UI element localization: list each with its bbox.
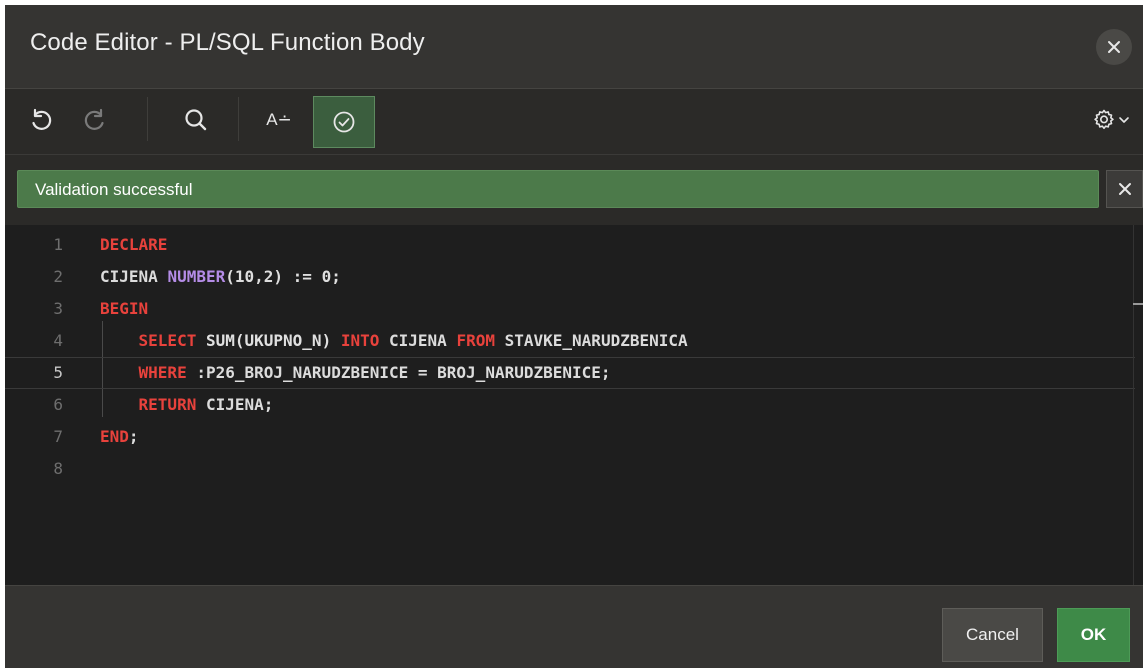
close-icon <box>1108 41 1120 53</box>
code-token: WHERE <box>138 363 197 382</box>
code-token: ; <box>128 427 139 446</box>
dialog-title: Code Editor - PL/SQL Function Body <box>30 29 425 56</box>
settings-menu-button[interactable] <box>1085 95 1137 145</box>
line-number: 2 <box>53 267 63 286</box>
editor-scrollbar[interactable] <box>1133 225 1143 585</box>
code-text: DECLARE <box>100 229 167 261</box>
code-line[interactable]: 8 <box>5 453 1135 485</box>
code-token: NUMBER <box>167 267 226 286</box>
code-token: :P26_BROJ_NARUDZBENICE = BROJ_NARUDZBENI… <box>196 363 611 382</box>
chevron-down-icon <box>1119 117 1129 123</box>
line-number: 4 <box>53 331 63 350</box>
search-icon <box>185 109 207 131</box>
search-button[interactable] <box>172 95 220 145</box>
code-text: CIJENA NUMBER(10,2) := 0; <box>100 261 341 293</box>
editor-toolbar: A∸ <box>5 89 1143 155</box>
gear-icon <box>1094 109 1114 130</box>
code-token: SUM(UKUPNO_N) <box>205 331 341 350</box>
code-text: BEGIN <box>100 293 148 325</box>
code-line[interactable]: 4 SELECT SUM(UKUPNO_N) INTO CIJENA FROM … <box>5 325 1135 357</box>
validation-message: Validation successful <box>35 180 193 199</box>
code-editor-dialog: Code Editor - PL/SQL Function Body A∸ Va… <box>5 5 1143 668</box>
close-icon <box>1118 183 1131 195</box>
code-token: CIJENA <box>389 331 457 350</box>
code-editor[interactable]: 1 DECLARE 2 CIJENA NUMBER(10,2) := 0; 3 BEGIN… <box>5 225 1143 585</box>
autocomplete-label: A∸ <box>266 110 292 129</box>
code-token: (10,2) := 0; <box>225 267 341 286</box>
code-token: CIJENA; <box>205 395 274 414</box>
dialog-footer: Cancel OK <box>5 585 1143 668</box>
toolbar-divider <box>147 97 148 141</box>
line-number: 5 <box>53 363 63 382</box>
code-token: BEGIN <box>100 299 149 318</box>
code-line[interactable]: 7 END; <box>5 421 1135 453</box>
scrollbar-cursor-marker <box>1133 303 1143 305</box>
line-number: 8 <box>53 459 63 478</box>
cancel-button[interactable]: Cancel <box>942 608 1043 662</box>
redo-button[interactable] <box>71 95 119 145</box>
code-line[interactable]: 2 CIJENA NUMBER(10,2) := 0; <box>5 261 1135 293</box>
code-token: FROM <box>456 331 505 350</box>
dismiss-validation-button[interactable] <box>1106 170 1143 208</box>
line-number: 7 <box>53 427 63 446</box>
ok-button[interactable]: OK <box>1057 608 1130 662</box>
code-line[interactable]: 6 RETURN CIJENA; <box>5 389 1135 421</box>
undo-button[interactable] <box>17 95 65 145</box>
code-token: CIJENA <box>100 267 168 286</box>
validate-button[interactable] <box>313 96 375 148</box>
redo-icon <box>84 108 104 130</box>
code-token: STAVKE_NARUDZBENICA <box>504 331 688 350</box>
line-number: 3 <box>53 299 63 318</box>
code-line[interactable]: 5 WHERE :P26_BROJ_NARUDZBENICE = BROJ_NA… <box>5 357 1135 389</box>
line-number: 6 <box>53 395 63 414</box>
toolbar-divider <box>238 97 239 141</box>
close-dialog-button[interactable] <box>1096 29 1132 65</box>
autocomplete-button[interactable]: A∸ <box>255 95 303 145</box>
validation-message-bar: Validation successful <box>17 170 1099 208</box>
code-token: RETURN <box>138 395 206 414</box>
line-number: 1 <box>53 235 63 254</box>
code-text: SELECT SUM(UKUPNO_N) INTO CIJENA FROM ST… <box>100 325 688 357</box>
code-line[interactable]: 1 DECLARE <box>5 229 1135 261</box>
check-circle-icon <box>333 111 355 133</box>
code-token: END <box>100 427 129 446</box>
dialog-titlebar: Code Editor - PL/SQL Function Body <box>5 5 1143 89</box>
undo-icon <box>32 108 52 130</box>
code-text: WHERE :P26_BROJ_NARUDZBENICE = BROJ_NARU… <box>100 358 611 388</box>
code-token: SELECT <box>138 331 206 350</box>
code-token: DECLARE <box>100 235 168 254</box>
code-text: RETURN CIJENA; <box>100 389 274 421</box>
code-token: INTO <box>340 331 389 350</box>
code-line[interactable]: 3 BEGIN <box>5 293 1135 325</box>
code-text: END; <box>100 421 139 453</box>
